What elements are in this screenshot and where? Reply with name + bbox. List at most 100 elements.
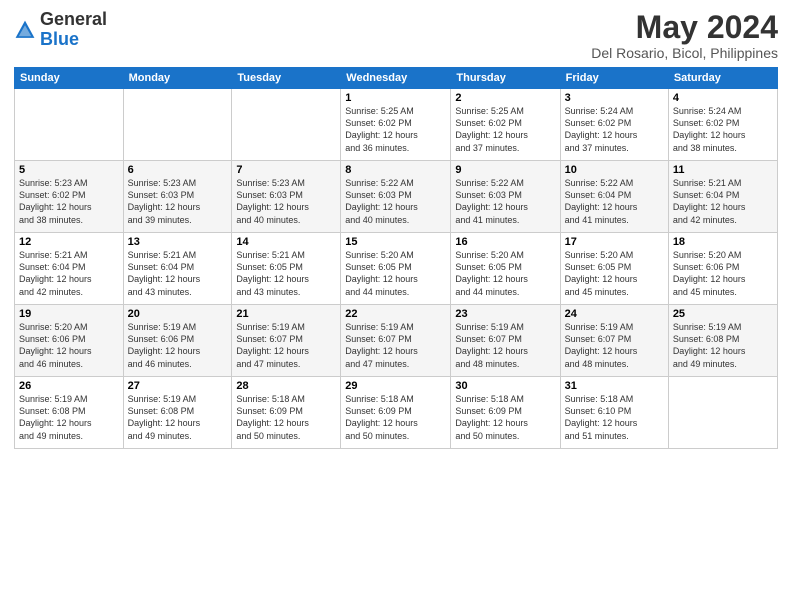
day-info: Sunrise: 5:24 AM Sunset: 6:02 PM Dayligh… — [565, 105, 664, 154]
day-info: Sunrise: 5:21 AM Sunset: 6:04 PM Dayligh… — [128, 249, 228, 298]
calendar-cell: 12Sunrise: 5:21 AM Sunset: 6:04 PM Dayli… — [15, 233, 124, 305]
calendar-cell: 16Sunrise: 5:20 AM Sunset: 6:05 PM Dayli… — [451, 233, 560, 305]
calendar-cell: 26Sunrise: 5:19 AM Sunset: 6:08 PM Dayli… — [15, 377, 124, 449]
logo-text: General Blue — [40, 10, 107, 50]
day-info: Sunrise: 5:21 AM Sunset: 6:04 PM Dayligh… — [19, 249, 119, 298]
day-number: 13 — [128, 236, 228, 248]
day-info: Sunrise: 5:19 AM Sunset: 6:07 PM Dayligh… — [455, 321, 555, 370]
day-info: Sunrise: 5:22 AM Sunset: 6:04 PM Dayligh… — [565, 177, 664, 226]
calendar-cell: 19Sunrise: 5:20 AM Sunset: 6:06 PM Dayli… — [15, 305, 124, 377]
calendar-cell: 21Sunrise: 5:19 AM Sunset: 6:07 PM Dayli… — [232, 305, 341, 377]
day-number: 26 — [19, 380, 119, 392]
day-number: 10 — [565, 164, 664, 176]
weekday-header-thursday: Thursday — [451, 68, 560, 89]
day-number: 12 — [19, 236, 119, 248]
calendar-cell: 6Sunrise: 5:23 AM Sunset: 6:03 PM Daylig… — [123, 161, 232, 233]
day-info: Sunrise: 5:20 AM Sunset: 6:06 PM Dayligh… — [19, 321, 119, 370]
calendar-cell: 17Sunrise: 5:20 AM Sunset: 6:05 PM Dayli… — [560, 233, 668, 305]
day-info: Sunrise: 5:19 AM Sunset: 6:07 PM Dayligh… — [345, 321, 446, 370]
day-number: 20 — [128, 308, 228, 320]
day-info: Sunrise: 5:22 AM Sunset: 6:03 PM Dayligh… — [345, 177, 446, 226]
calendar-cell: 22Sunrise: 5:19 AM Sunset: 6:07 PM Dayli… — [341, 305, 451, 377]
weekday-header-saturday: Saturday — [668, 68, 777, 89]
weekday-header-wednesday: Wednesday — [341, 68, 451, 89]
logo: General Blue — [14, 10, 107, 50]
subtitle: Del Rosario, Bicol, Philippines — [591, 45, 778, 61]
day-number: 8 — [345, 164, 446, 176]
title-block: May 2024 Del Rosario, Bicol, Philippines — [591, 10, 778, 61]
day-info: Sunrise: 5:25 AM Sunset: 6:02 PM Dayligh… — [455, 105, 555, 154]
weekday-header-tuesday: Tuesday — [232, 68, 341, 89]
day-number: 7 — [236, 164, 336, 176]
day-number: 2 — [455, 92, 555, 104]
day-info: Sunrise: 5:20 AM Sunset: 6:05 PM Dayligh… — [345, 249, 446, 298]
week-row-4: 26Sunrise: 5:19 AM Sunset: 6:08 PM Dayli… — [15, 377, 778, 449]
day-number: 25 — [673, 308, 773, 320]
calendar: SundayMondayTuesdayWednesdayThursdayFrid… — [14, 67, 778, 449]
day-number: 31 — [565, 380, 664, 392]
day-number: 24 — [565, 308, 664, 320]
calendar-cell: 4Sunrise: 5:24 AM Sunset: 6:02 PM Daylig… — [668, 89, 777, 161]
weekday-header-monday: Monday — [123, 68, 232, 89]
day-number: 3 — [565, 92, 664, 104]
calendar-cell: 18Sunrise: 5:20 AM Sunset: 6:06 PM Dayli… — [668, 233, 777, 305]
day-info: Sunrise: 5:21 AM Sunset: 6:04 PM Dayligh… — [673, 177, 773, 226]
day-info: Sunrise: 5:21 AM Sunset: 6:05 PM Dayligh… — [236, 249, 336, 298]
day-number: 9 — [455, 164, 555, 176]
calendar-cell: 2Sunrise: 5:25 AM Sunset: 6:02 PM Daylig… — [451, 89, 560, 161]
day-info: Sunrise: 5:19 AM Sunset: 6:07 PM Dayligh… — [565, 321, 664, 370]
day-number: 19 — [19, 308, 119, 320]
day-number: 16 — [455, 236, 555, 248]
calendar-cell: 10Sunrise: 5:22 AM Sunset: 6:04 PM Dayli… — [560, 161, 668, 233]
day-number: 1 — [345, 92, 446, 104]
day-info: Sunrise: 5:18 AM Sunset: 6:10 PM Dayligh… — [565, 393, 664, 442]
week-row-3: 19Sunrise: 5:20 AM Sunset: 6:06 PM Dayli… — [15, 305, 778, 377]
calendar-cell: 30Sunrise: 5:18 AM Sunset: 6:09 PM Dayli… — [451, 377, 560, 449]
page: General Blue May 2024 Del Rosario, Bicol… — [0, 0, 792, 612]
day-number: 5 — [19, 164, 119, 176]
calendar-cell: 20Sunrise: 5:19 AM Sunset: 6:06 PM Dayli… — [123, 305, 232, 377]
calendar-cell: 25Sunrise: 5:19 AM Sunset: 6:08 PM Dayli… — [668, 305, 777, 377]
calendar-cell: 7Sunrise: 5:23 AM Sunset: 6:03 PM Daylig… — [232, 161, 341, 233]
calendar-cell: 27Sunrise: 5:19 AM Sunset: 6:08 PM Dayli… — [123, 377, 232, 449]
day-number: 11 — [673, 164, 773, 176]
calendar-cell: 8Sunrise: 5:22 AM Sunset: 6:03 PM Daylig… — [341, 161, 451, 233]
day-info: Sunrise: 5:23 AM Sunset: 6:03 PM Dayligh… — [128, 177, 228, 226]
calendar-cell: 14Sunrise: 5:21 AM Sunset: 6:05 PM Dayli… — [232, 233, 341, 305]
day-info: Sunrise: 5:19 AM Sunset: 6:08 PM Dayligh… — [128, 393, 228, 442]
week-row-0: 1Sunrise: 5:25 AM Sunset: 6:02 PM Daylig… — [15, 89, 778, 161]
calendar-cell — [15, 89, 124, 161]
calendar-cell — [123, 89, 232, 161]
day-info: Sunrise: 5:18 AM Sunset: 6:09 PM Dayligh… — [345, 393, 446, 442]
main-title: May 2024 — [591, 10, 778, 45]
day-number: 4 — [673, 92, 773, 104]
day-number: 27 — [128, 380, 228, 392]
day-info: Sunrise: 5:20 AM Sunset: 6:06 PM Dayligh… — [673, 249, 773, 298]
day-info: Sunrise: 5:22 AM Sunset: 6:03 PM Dayligh… — [455, 177, 555, 226]
day-info: Sunrise: 5:19 AM Sunset: 6:08 PM Dayligh… — [19, 393, 119, 442]
day-number: 17 — [565, 236, 664, 248]
day-number: 29 — [345, 380, 446, 392]
calendar-cell: 5Sunrise: 5:23 AM Sunset: 6:02 PM Daylig… — [15, 161, 124, 233]
day-info: Sunrise: 5:23 AM Sunset: 6:03 PM Dayligh… — [236, 177, 336, 226]
logo-icon — [14, 19, 36, 41]
day-number: 21 — [236, 308, 336, 320]
calendar-cell: 11Sunrise: 5:21 AM Sunset: 6:04 PM Dayli… — [668, 161, 777, 233]
calendar-cell: 23Sunrise: 5:19 AM Sunset: 6:07 PM Dayli… — [451, 305, 560, 377]
day-number: 6 — [128, 164, 228, 176]
day-info: Sunrise: 5:19 AM Sunset: 6:08 PM Dayligh… — [673, 321, 773, 370]
day-number: 28 — [236, 380, 336, 392]
day-info: Sunrise: 5:23 AM Sunset: 6:02 PM Dayligh… — [19, 177, 119, 226]
day-number: 18 — [673, 236, 773, 248]
calendar-cell: 29Sunrise: 5:18 AM Sunset: 6:09 PM Dayli… — [341, 377, 451, 449]
calendar-cell — [232, 89, 341, 161]
logo-blue: Blue — [40, 29, 79, 49]
calendar-cell: 13Sunrise: 5:21 AM Sunset: 6:04 PM Dayli… — [123, 233, 232, 305]
day-number: 30 — [455, 380, 555, 392]
calendar-cell: 3Sunrise: 5:24 AM Sunset: 6:02 PM Daylig… — [560, 89, 668, 161]
weekday-header-sunday: Sunday — [15, 68, 124, 89]
day-info: Sunrise: 5:25 AM Sunset: 6:02 PM Dayligh… — [345, 105, 446, 154]
day-info: Sunrise: 5:20 AM Sunset: 6:05 PM Dayligh… — [455, 249, 555, 298]
logo-general: General — [40, 9, 107, 29]
day-number: 22 — [345, 308, 446, 320]
